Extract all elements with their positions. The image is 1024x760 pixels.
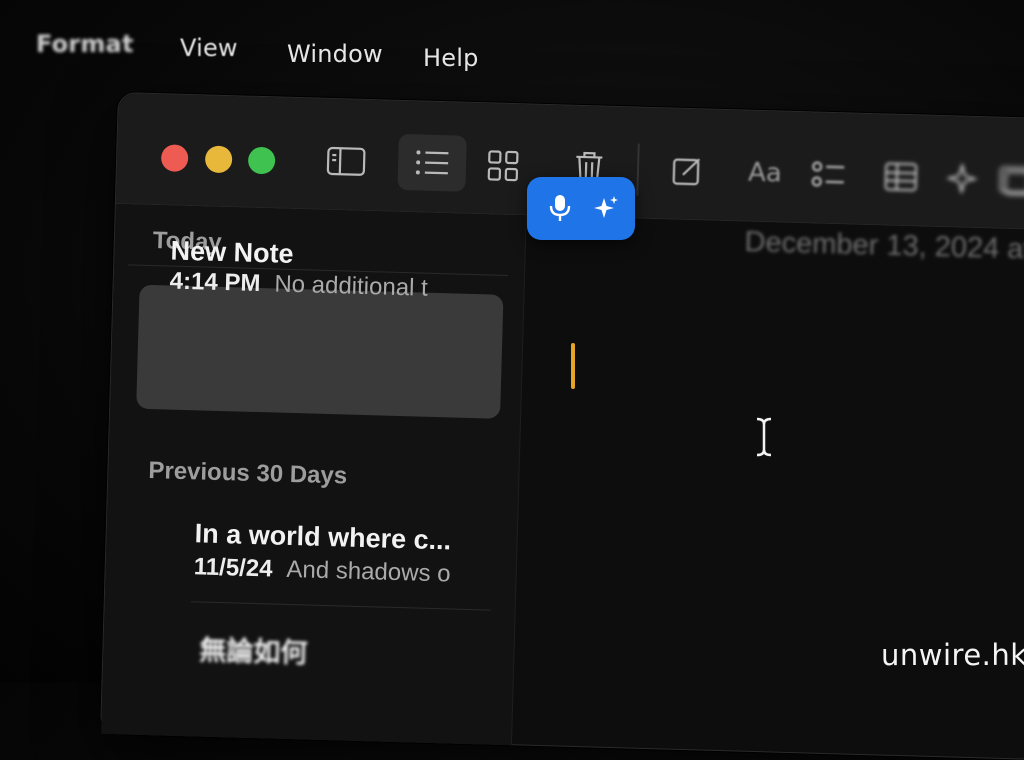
note-item-selected[interactable]	[136, 285, 503, 419]
ibeam-cursor-icon	[752, 416, 776, 458]
note-meta[interactable]: 11/5/24 And shadows o	[193, 553, 451, 588]
note-title: New Note	[170, 236, 294, 270]
list-icon	[414, 148, 451, 177]
sidebar-icon	[326, 145, 367, 178]
note-time: 11/5/24	[193, 553, 272, 582]
minimize-button[interactable]	[205, 145, 233, 173]
sparkle-icon	[946, 163, 977, 194]
format-icon: Aa	[748, 158, 783, 189]
menu-view[interactable]: View	[180, 34, 238, 62]
note-preview: And shadows o	[286, 556, 451, 588]
divider	[191, 601, 491, 610]
toolbar-divider	[636, 144, 639, 196]
table-button[interactable]	[870, 150, 931, 204]
maximize-button[interactable]	[248, 147, 276, 175]
checklist-button[interactable]	[798, 148, 859, 202]
media-button[interactable]	[986, 153, 1024, 207]
menu-window[interactable]: Window	[287, 40, 383, 68]
note-preview: No additional t	[274, 270, 428, 301]
note-time: 4:14 PM	[169, 268, 260, 298]
compose-icon	[671, 154, 704, 187]
text-caret	[571, 343, 575, 389]
table-icon	[884, 161, 919, 192]
sparkle-icon[interactable]	[591, 193, 621, 223]
writing-tools-button[interactable]	[931, 152, 992, 206]
checklist-icon	[812, 159, 847, 190]
gallery-view-button[interactable]	[472, 139, 533, 193]
menu-bar: Format View Window Help	[0, 0, 1024, 90]
format-button[interactable]: Aa	[734, 146, 795, 200]
menu-help[interactable]: Help	[423, 44, 479, 72]
section-header-previous-30-days: Previous 30 Days	[148, 457, 348, 491]
microphone-icon[interactable]	[545, 193, 575, 223]
dictation-popup	[527, 177, 635, 240]
grid-icon	[487, 149, 520, 182]
photo-icon	[998, 164, 1024, 197]
menu-format[interactable]: Format	[36, 30, 134, 58]
sidebar-toggle-button[interactable]	[315, 135, 376, 189]
list-view-button[interactable]	[397, 134, 467, 192]
note-list-sidebar: Today New Note 4:14 PMNo additional t Pr…	[101, 204, 527, 745]
new-note-button[interactable]	[656, 144, 717, 198]
watermark: unwire.hk	[881, 638, 1024, 672]
note-title[interactable]: In a world where c...	[194, 518, 451, 556]
note-title[interactable]: 無論如何	[199, 629, 308, 671]
close-button[interactable]	[161, 144, 189, 172]
